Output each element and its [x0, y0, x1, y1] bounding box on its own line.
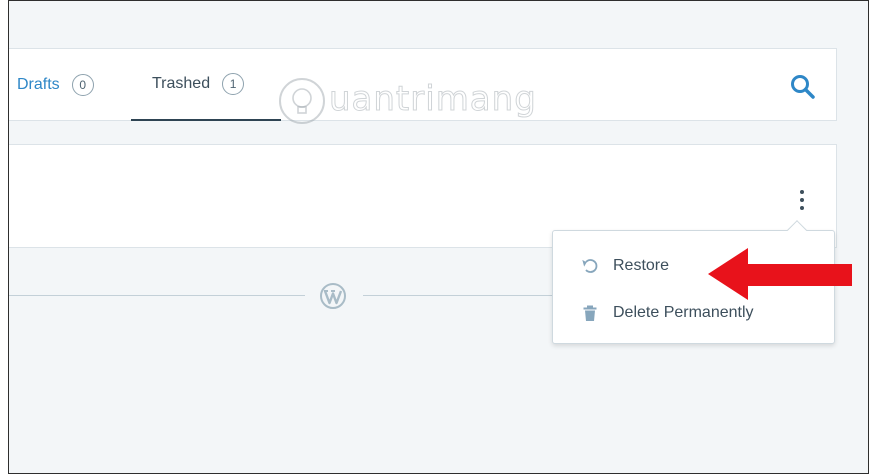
- trash-icon: [581, 304, 599, 322]
- post-status-tabbar: Drafts 0 Trashed 1: [9, 48, 837, 121]
- restore-label: Restore: [613, 257, 670, 274]
- footer-divider-right: [363, 295, 553, 296]
- tab-drafts-label: Drafts: [17, 76, 60, 93]
- search-icon: [791, 75, 815, 99]
- tab-trashed-label: Trashed: [152, 75, 211, 92]
- tab-drafts-count: 0: [71, 74, 94, 96]
- wordpress-logo-icon: [320, 283, 346, 309]
- tab-trashed[interactable]: Trashed 1: [131, 49, 281, 121]
- tab-drafts[interactable]: Drafts 0: [17, 49, 94, 121]
- footer-divider-left: [9, 295, 305, 296]
- ellipsis-vertical-icon: [800, 190, 804, 194]
- search-button[interactable]: [789, 73, 817, 101]
- more-options-button[interactable]: [795, 188, 809, 216]
- delete-permanently-label: Delete Permanently: [613, 304, 754, 321]
- tab-trashed-count: 1: [222, 73, 245, 95]
- undo-icon: [581, 257, 599, 275]
- red-arrow-annotation: [708, 248, 852, 300]
